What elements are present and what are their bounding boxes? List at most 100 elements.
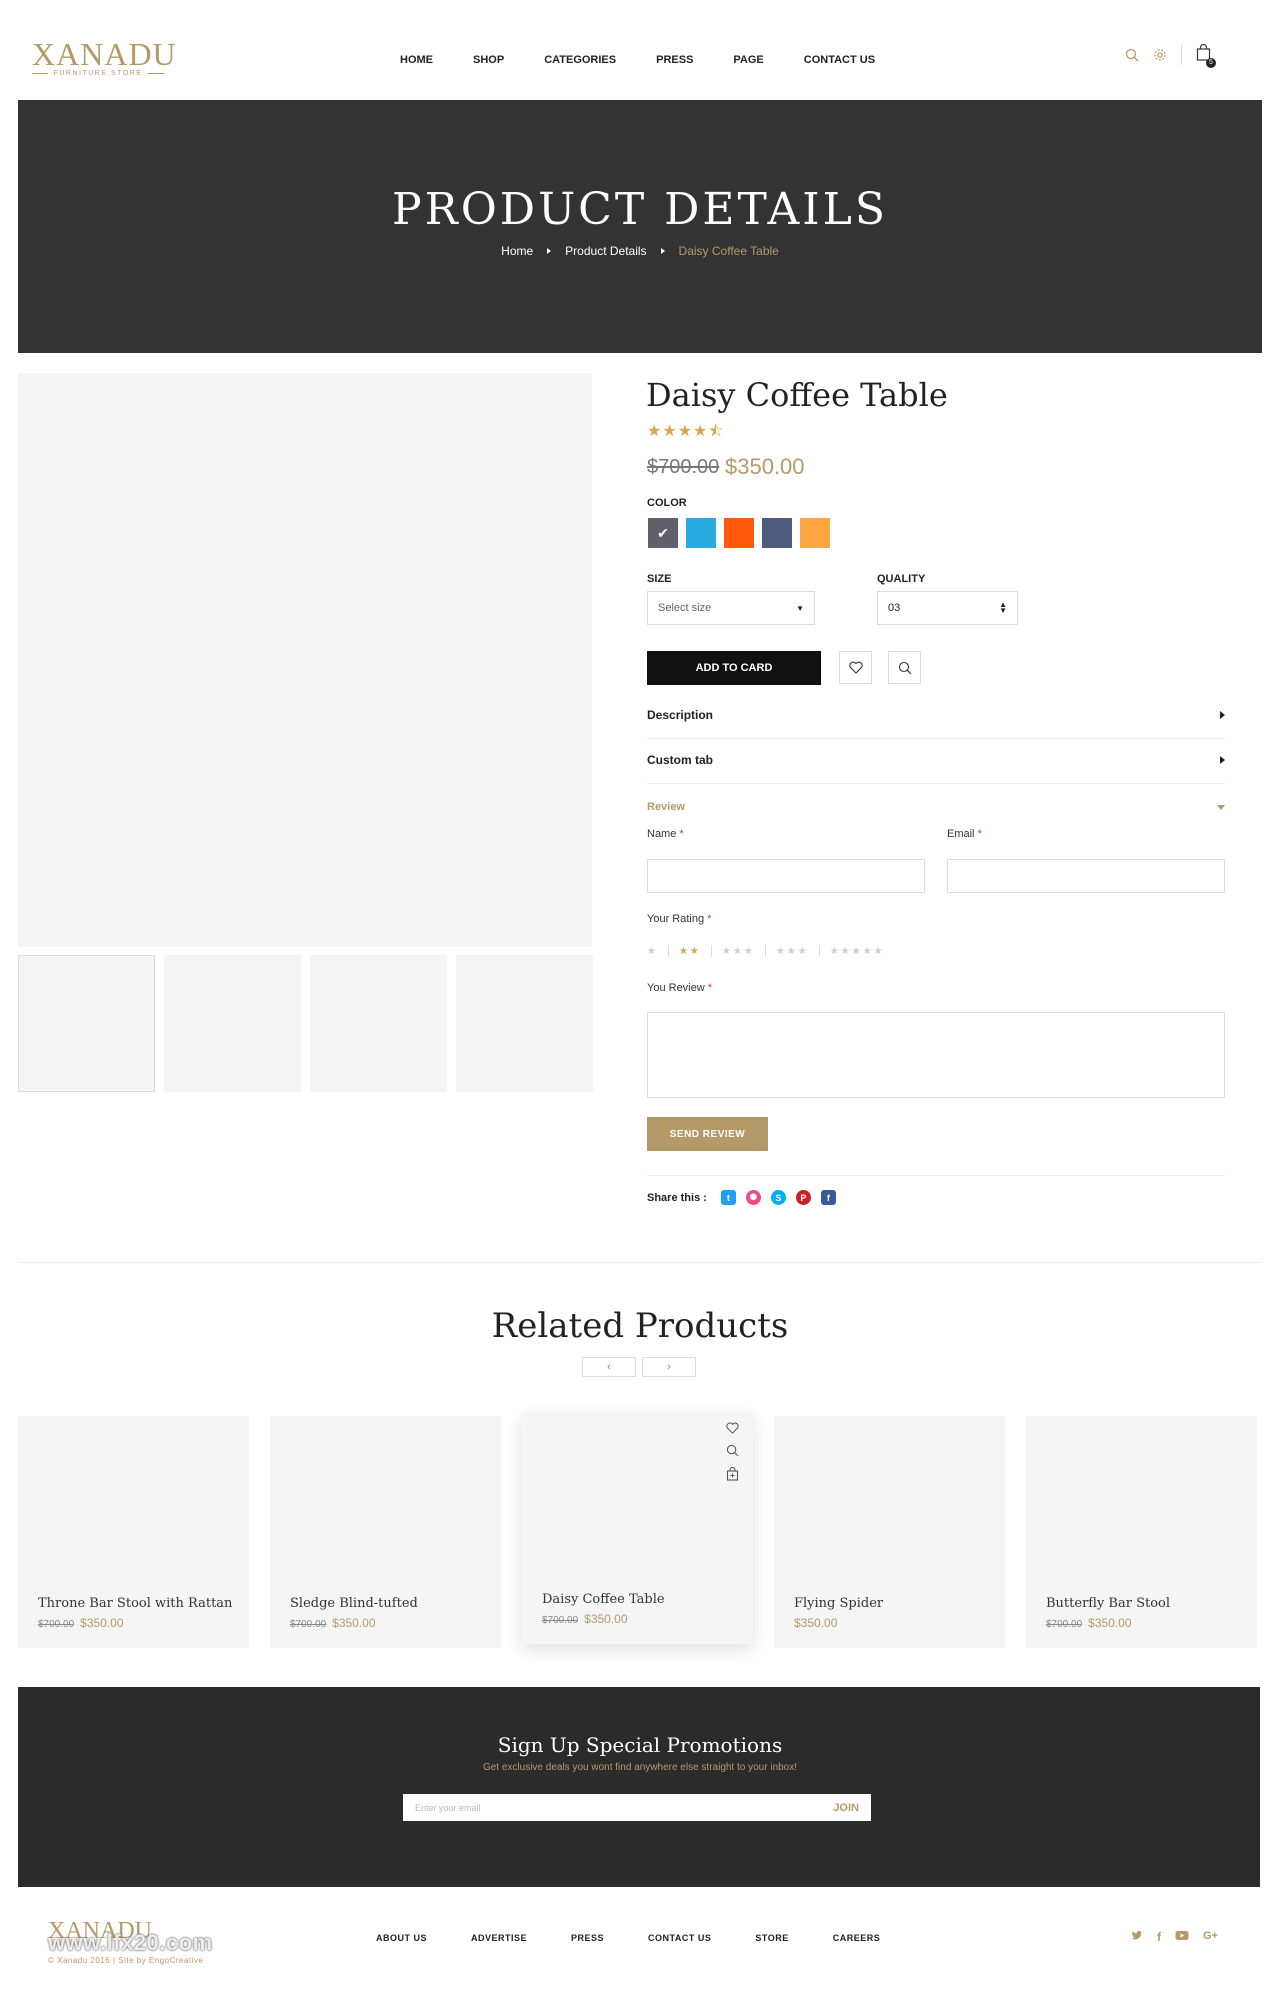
review-field-label-text: You Review [647, 982, 705, 994]
product-card-name[interactable]: Daisy Coffee Table [542, 1592, 665, 1607]
footer-link-about-us[interactable]: ABOUT US [376, 1933, 427, 1943]
product-thumbnail[interactable] [164, 955, 301, 1092]
breadcrumb-arrow-icon [660, 248, 665, 254]
gear-icon[interactable] [1153, 48, 1167, 62]
product-thumbnail[interactable] [18, 955, 155, 1092]
product-thumbnail[interactable] [310, 955, 447, 1092]
breadcrumb-product-details[interactable]: Product Details [565, 244, 646, 258]
twitter-icon[interactable]: t [720, 1190, 736, 1205]
color-swatch-navy[interactable] [762, 518, 792, 548]
share-label: Share this : [647, 1191, 707, 1204]
rating-option-3[interactable]: ★★★ [722, 946, 755, 957]
product-card-new-price: $350.00 [1088, 1616, 1132, 1630]
carousel-prev-button[interactable]: ‹ [582, 1357, 636, 1377]
logo-tagline: FURNITURE STORE [32, 70, 164, 77]
add-to-cart-button[interactable]: ADD TO CARD [647, 651, 821, 685]
size-select[interactable]: Select size ▼ [647, 591, 815, 625]
product-card-name[interactable]: Sledge Blind-tufted [290, 1596, 418, 1611]
name-field[interactable] [647, 859, 925, 893]
name-field-label: Name * [647, 828, 684, 840]
product-card-name[interactable]: Butterfly Bar Stool [1046, 1596, 1170, 1611]
rating-option-4[interactable]: ★★★ [776, 946, 809, 957]
search-icon[interactable] [726, 1444, 739, 1457]
twitter-icon[interactable] [1131, 1930, 1143, 1941]
rating-option-5[interactable]: ★★★★★ [830, 946, 885, 957]
quality-label: QUALITY [877, 573, 926, 585]
product-thumbnail[interactable] [456, 955, 593, 1092]
divider [818, 945, 820, 957]
facebook-icon[interactable]: f [820, 1190, 836, 1205]
google-plus-icon[interactable]: G+ [1203, 1930, 1218, 1944]
tab-description[interactable]: Description [647, 708, 1225, 722]
required-mark: * [707, 913, 712, 925]
breadcrumb-current: Daisy Coffee Table [678, 244, 779, 258]
breadcrumb-home[interactable]: Home [501, 244, 533, 258]
footer-link-careers[interactable]: CAREERS [833, 1933, 881, 1943]
footer-social: f G+ [1131, 1930, 1218, 1944]
send-review-button[interactable]: SEND REVIEW [647, 1117, 768, 1151]
color-label: COLOR [647, 497, 687, 509]
color-swatch-blue[interactable] [686, 518, 716, 548]
youtube-icon[interactable] [1175, 1930, 1189, 1941]
tab-custom-label: Custom tab [647, 753, 713, 767]
carousel-next-button[interactable]: › [642, 1357, 696, 1377]
dribbble-icon[interactable]: ✺ [745, 1190, 761, 1205]
tab-review[interactable]: Review [647, 801, 1225, 813]
nav-contact-us[interactable]: CONTACT US [804, 54, 875, 66]
share-bar: Share this : t ✺ S P f [647, 1190, 836, 1205]
rating-option-1[interactable]: ★ [647, 946, 658, 957]
name-field-label-text: Name [647, 828, 677, 840]
nav-home[interactable]: HOME [400, 54, 433, 66]
heart-icon[interactable] [726, 1422, 739, 1434]
quality-stepper[interactable]: 03 ▲ ▼ [877, 591, 1018, 625]
watermark: www.lfx20.com [48, 1930, 213, 1955]
cart-button[interactable]: 5 [1196, 43, 1216, 68]
product-card[interactable]: Daisy Coffee Table $700.00 $350.00 [522, 1412, 753, 1644]
review-textarea[interactable] [647, 1012, 1225, 1098]
rating-option-2[interactable]: ★★ [679, 946, 701, 957]
quick-view-button[interactable] [888, 651, 921, 684]
product-card[interactable]: Sledge Blind-tufted $700.00 $350.00 [270, 1416, 501, 1648]
product-card[interactable]: Flying Spider $350.00 [774, 1416, 1005, 1648]
nav-categories[interactable]: CATEGORIES [544, 54, 616, 66]
footer-link-advertise[interactable]: ADVERTISE [471, 1933, 527, 1943]
nav-page[interactable]: PAGE [733, 54, 763, 66]
rating-field-label: Your Rating * [647, 913, 711, 925]
product-card[interactable]: Throne Bar Stool with Rattan $700.00 $35… [18, 1416, 249, 1648]
skype-icon[interactable]: S [770, 1190, 786, 1205]
add-to-bag-icon[interactable] [726, 1467, 739, 1481]
breadcrumb-arrow-icon [547, 248, 552, 254]
product-card-name[interactable]: Flying Spider [794, 1596, 883, 1611]
footer-link-press[interactable]: PRESS [571, 1933, 604, 1943]
product-card-name[interactable]: Throne Bar Stool with Rattan [38, 1596, 232, 1611]
rating-field-label-text: Your Rating [647, 913, 705, 925]
search-icon [898, 661, 911, 674]
divider [710, 945, 712, 957]
footer-link-store[interactable]: STORE [755, 1933, 788, 1943]
product-card-price: $700.00 $350.00 [290, 1616, 376, 1630]
product-card-new-price: $350.00 [794, 1616, 838, 1630]
search-icon[interactable] [1125, 48, 1139, 62]
nav-press[interactable]: PRESS [656, 54, 693, 66]
newsletter-join-button[interactable]: JOIN [833, 1802, 859, 1814]
header-actions: 5 [1125, 43, 1216, 68]
tab-custom[interactable]: Custom tab [647, 753, 1225, 767]
footer-link-contact-us[interactable]: CONTACT US [648, 1933, 711, 1943]
divider [667, 945, 669, 957]
newsletter-email-input[interactable] [415, 1802, 795, 1813]
email-field[interactable] [947, 859, 1225, 893]
nav-shop[interactable]: SHOP [473, 54, 504, 66]
product-main-image[interactable] [18, 373, 592, 947]
facebook-icon[interactable]: f [1157, 1930, 1161, 1944]
pinterest-icon[interactable]: P [795, 1190, 811, 1205]
logo[interactable]: XANADU [32, 36, 177, 73]
wishlist-button[interactable] [839, 651, 872, 684]
color-swatch-amber[interactable] [800, 518, 830, 548]
color-swatch-gray[interactable]: ✔ [648, 518, 678, 548]
color-swatch-orange[interactable] [724, 518, 754, 548]
product-card[interactable]: Butterfly Bar Stool $700.00 $350.00 [1026, 1416, 1257, 1648]
divider [647, 1175, 1225, 1176]
footer-nav: ABOUT US ADVERTISE PRESS CONTACT US STOR… [376, 1933, 880, 1943]
cart-count-badge: 5 [1206, 58, 1216, 68]
email-field-label: Email * [947, 828, 982, 840]
